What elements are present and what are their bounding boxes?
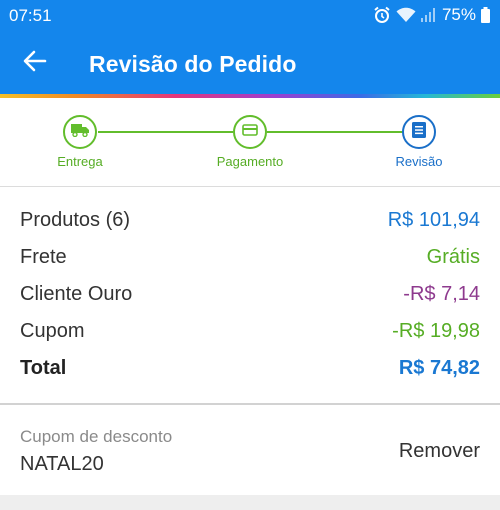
summary-row-produtos: Produtos (6) R$ 101,94 (0, 203, 500, 240)
credit-card-icon (242, 123, 258, 141)
row-value: R$ 101,94 (387, 209, 480, 231)
step-pagamento[interactable]: Pagamento (190, 115, 310, 169)
checkout-stepper: Entrega Pagamento Revisão (0, 98, 500, 186)
coupon-code: NATAL20 (20, 453, 104, 475)
document-list-icon (412, 121, 426, 143)
battery-level: 75% (441, 5, 476, 24)
app-header: 07:51 75% Revisão do Pedido (0, 0, 500, 94)
remove-coupon-button[interactable]: Remover (399, 440, 480, 463)
step-entrega[interactable]: Entrega (20, 115, 140, 169)
back-button[interactable] (18, 46, 52, 80)
toolbar: Revisão do Pedido (0, 38, 500, 90)
order-summary: Produtos (6) R$ 101,94 Frete Grátis Clie… (0, 203, 500, 388)
truck-icon (71, 123, 89, 142)
step-circle (63, 115, 97, 149)
summary-row-cliente-ouro: Cliente Ouro -R$ 7,14 (0, 277, 500, 314)
coupon-label: Cupom de desconto (20, 427, 173, 446)
alarm-icon (373, 6, 391, 24)
summary-row-frete: Frete Grátis (0, 240, 500, 277)
bottom-strip (0, 495, 500, 510)
row-label: Frete (20, 246, 67, 268)
summary-row-total: Total R$ 74,82 (0, 351, 500, 388)
total-value: R$ 74,82 (398, 357, 480, 379)
step-circle (233, 115, 267, 149)
step-label: Pagamento (216, 154, 284, 169)
row-label: Produtos (6) (20, 209, 131, 231)
wifi-icon (396, 7, 416, 23)
row-value: Grátis (426, 246, 480, 268)
page-title: Revisão do Pedido (89, 51, 297, 77)
status-time: 07:51 (9, 6, 52, 25)
step-revisao[interactable]: Revisão (359, 115, 479, 169)
step-label: Revisão (395, 154, 443, 169)
step-circle (402, 115, 436, 149)
row-label: Cupom (20, 320, 85, 342)
step-label: Entrega (57, 154, 103, 169)
coupon-section: Cupom de desconto NATAL20 Remover (0, 405, 500, 495)
status-bar: 07:51 75% (0, 0, 500, 30)
row-value: -R$ 7,14 (403, 283, 480, 305)
summary-row-cupom: Cupom -R$ 19,98 (0, 314, 500, 351)
arrow-left-icon (23, 50, 47, 77)
row-label: Cliente Ouro (20, 283, 133, 305)
battery-icon (481, 7, 490, 23)
status-icons: 75% (373, 5, 490, 25)
divider (0, 186, 500, 187)
signal-icon (420, 8, 437, 22)
row-value: -R$ 19,98 (392, 320, 480, 342)
total-label: Total (20, 357, 67, 379)
